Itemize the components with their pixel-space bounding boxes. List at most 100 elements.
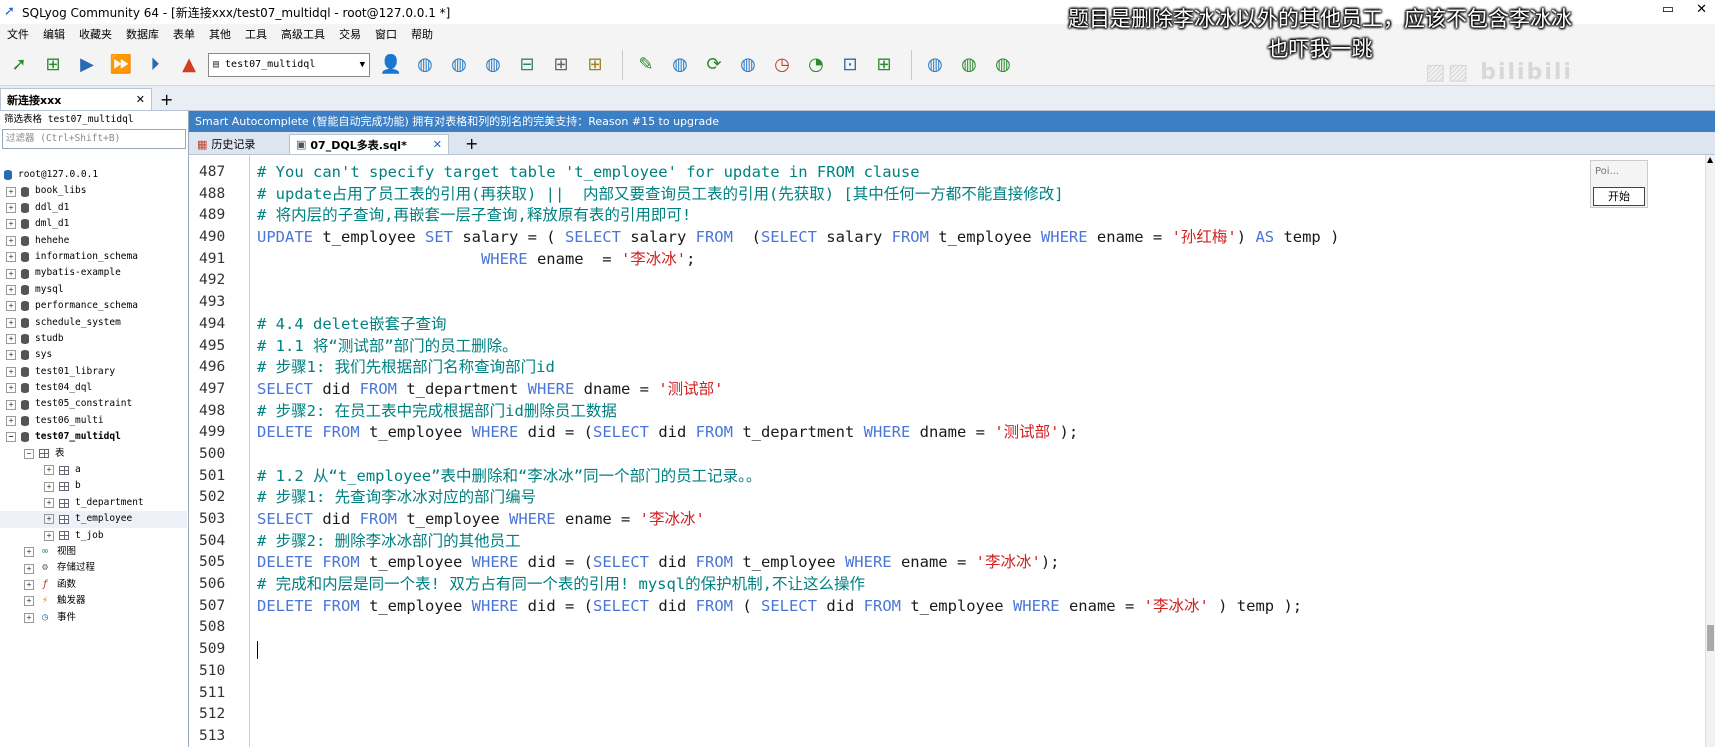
user-manager-icon[interactable]: 👤 — [376, 50, 406, 80]
collapse-icon[interactable]: − — [24, 448, 34, 459]
restore-icon[interactable]: ▭ — [1662, 2, 1674, 17]
tree-db-item[interactable]: + test01_library — [0, 364, 187, 380]
tree-root[interactable]: root@127.0.0.1 — [0, 167, 187, 183]
tab-query-active[interactable]: ▣ 07_DQL多表.sql* ✕ — [289, 134, 449, 154]
tab-history[interactable]: ▦ 历史记录 — [191, 134, 261, 154]
expand-icon[interactable]: + — [44, 481, 54, 492]
expand-icon[interactable]: + — [6, 202, 16, 213]
scroll-up-icon[interactable]: ▲ — [1707, 155, 1713, 164]
query-builder-icon[interactable]: ⊞ — [580, 50, 610, 80]
code-line[interactable]: 504 # 步骤2: 删除李冰冰部门的其他员工 — [199, 531, 1705, 553]
scrollbar-thumb[interactable] — [1707, 625, 1714, 651]
code-line[interactable]: 498 # 步骤2: 在员工表中完成根据部门id删除员工数据 — [199, 401, 1705, 423]
sql-editor[interactable]: 487 # You can't specify target table 't_e… — [189, 155, 1705, 747]
code-line[interactable]: 502 # 步骤1: 先查询李冰冰对应的部门编号 — [199, 487, 1705, 509]
close-icon[interactable]: ✕ — [1696, 2, 1707, 17]
code-line[interactable]: 508 — [199, 617, 1705, 639]
code-line[interactable]: 499 DELETE FROM t_employee WHERE did = (S… — [199, 422, 1705, 444]
create-database-icon[interactable]: ◍ — [410, 50, 440, 80]
import-external-icon[interactable]: ⊡ — [835, 50, 865, 80]
tree-db-item[interactable]: + test06_multi — [0, 413, 187, 429]
execute-query-icon[interactable]: ▶ — [72, 50, 102, 80]
menu-help[interactable]: 帮助 — [404, 26, 440, 42]
backup-database-icon[interactable]: ◍ — [444, 50, 474, 80]
scheduled-jobs-icon[interactable]: ◷ — [767, 50, 797, 80]
tree-db-item[interactable]: + dml_d1 — [0, 216, 187, 232]
export-icon[interactable]: ◍ — [920, 50, 950, 80]
code-line[interactable]: 506 # 完成和内层是同一个表! 双方占有同一个表的引用! mysql的保护机制… — [199, 574, 1705, 596]
tree-functions-folder[interactable]: + ƒ 函数 — [0, 577, 187, 593]
collapse-icon[interactable]: − — [6, 432, 16, 443]
code-line[interactable]: 495 # 1.1 将“测试部”部门的员工删除。 — [199, 336, 1705, 358]
menu-tools[interactable]: 工具 — [238, 26, 274, 42]
tree-table-item[interactable]: + t_job — [0, 528, 187, 544]
code-line[interactable]: 500 — [199, 444, 1705, 466]
schema-designer-icon[interactable]: ⊟ — [512, 50, 542, 80]
tree-table-item[interactable]: + t_department — [0, 495, 187, 511]
code-line[interactable]: 491 WHERE ename = '李冰冰'; — [199, 249, 1705, 271]
menu-other[interactable]: 其他 — [202, 26, 238, 42]
expand-icon[interactable]: + — [44, 465, 54, 476]
tree-table-item-selected[interactable]: + t_employee — [0, 511, 187, 528]
code-line[interactable]: 489 # 将内层的子查询,再嵌套一层子查询,释放原有表的引用即可! — [199, 205, 1705, 227]
start-button[interactable]: 开始 — [1593, 187, 1645, 206]
expand-icon[interactable]: + — [24, 612, 34, 623]
expand-icon[interactable]: + — [6, 219, 16, 230]
tab-connection[interactable]: 新连接xxx ✕ — [0, 88, 152, 110]
code-line[interactable]: 501 # 1.2 从“t_employee”表中删除和“李冰冰”同一个部门的员工… — [199, 466, 1705, 488]
expand-icon[interactable]: + — [6, 186, 16, 197]
tree-triggers-folder[interactable]: + ⚡ 触发器 — [0, 593, 187, 609]
table-data-icon[interactable]: ⊞ — [546, 50, 576, 80]
expand-icon[interactable]: + — [6, 399, 16, 410]
database-select[interactable]: ▤ test07_multidql ▼ — [208, 52, 370, 77]
tree-db-item[interactable]: + book_libs — [0, 183, 187, 199]
expand-icon[interactable]: + — [6, 416, 16, 427]
tree-tables-folder[interactable]: − 表 — [0, 446, 187, 462]
vertical-scrollbar[interactable]: ▲ — [1705, 155, 1715, 747]
restore-database-icon[interactable]: ◍ — [478, 50, 508, 80]
code-line[interactable]: 494 # 4.4 delete嵌套子查询 — [199, 314, 1705, 336]
code-line[interactable]: 512 — [199, 704, 1705, 726]
close-icon[interactable]: ✕ — [136, 93, 145, 106]
tree-table-item[interactable]: + a — [0, 462, 187, 478]
code-area[interactable]: 487 # You can't specify target table 't_e… — [199, 162, 1705, 748]
schema-sync-icon[interactable]: ◍ — [733, 50, 763, 80]
expand-icon[interactable]: + — [6, 268, 16, 279]
expand-icon[interactable]: + — [6, 383, 16, 394]
code-line[interactable]: 492 — [199, 270, 1705, 292]
tree-db-item[interactable]: + test05_constraint — [0, 396, 187, 412]
tree-db-item[interactable]: + test04_dql — [0, 380, 187, 396]
code-line[interactable]: 509 — [199, 639, 1705, 661]
expand-icon[interactable]: + — [24, 563, 34, 574]
close-icon[interactable]: ✕ — [433, 138, 442, 151]
menu-advanced-tools[interactable]: 高级工具 — [274, 26, 332, 42]
tree-procedures-folder[interactable]: + ⚙ 存储过程 — [0, 560, 187, 576]
code-line[interactable]: 513 — [199, 726, 1705, 748]
tree-db-item[interactable]: + ddl_d1 — [0, 200, 187, 216]
expand-icon[interactable]: + — [24, 596, 34, 607]
expand-icon[interactable]: + — [44, 530, 54, 541]
add-connection-button[interactable]: + — [160, 90, 173, 109]
refresh-icon[interactable]: ⟳ — [699, 50, 729, 80]
menu-database[interactable]: 数据库 — [119, 26, 166, 42]
tree-db-item[interactable]: + performance_schema — [0, 298, 187, 314]
filter-input[interactable]: 过滤器 (Ctrl+Shift+B) — [2, 129, 186, 149]
tree-db-item[interactable]: + schedule_system — [0, 315, 187, 331]
expand-icon[interactable]: + — [6, 317, 16, 328]
tree-db-item[interactable]: + mysql — [0, 282, 187, 298]
menu-transaction[interactable]: 交易 — [332, 26, 368, 42]
tree-db-item[interactable]: + mybatis-example — [0, 265, 187, 281]
tree-db-item[interactable]: + information_schema — [0, 249, 187, 265]
expand-icon[interactable]: + — [6, 284, 16, 295]
code-line[interactable]: 496 # 步骤1: 我们先根据部门名称查询部门id — [199, 357, 1705, 379]
new-query-icon[interactable]: ⊞ — [38, 50, 68, 80]
expand-icon[interactable]: + — [44, 514, 54, 525]
expand-icon[interactable]: + — [24, 547, 34, 558]
tree-views-folder[interactable]: + ∞ 视图 — [0, 544, 187, 560]
add-query-tab-button[interactable]: + — [465, 134, 478, 153]
expand-icon[interactable]: + — [24, 579, 34, 590]
format-query-icon[interactable]: ✎ — [631, 50, 661, 80]
expand-icon[interactable]: + — [6, 366, 16, 377]
code-line[interactable]: 497 SELECT did FROM t_department WHERE dn… — [199, 379, 1705, 401]
expand-icon[interactable]: + — [6, 252, 16, 263]
